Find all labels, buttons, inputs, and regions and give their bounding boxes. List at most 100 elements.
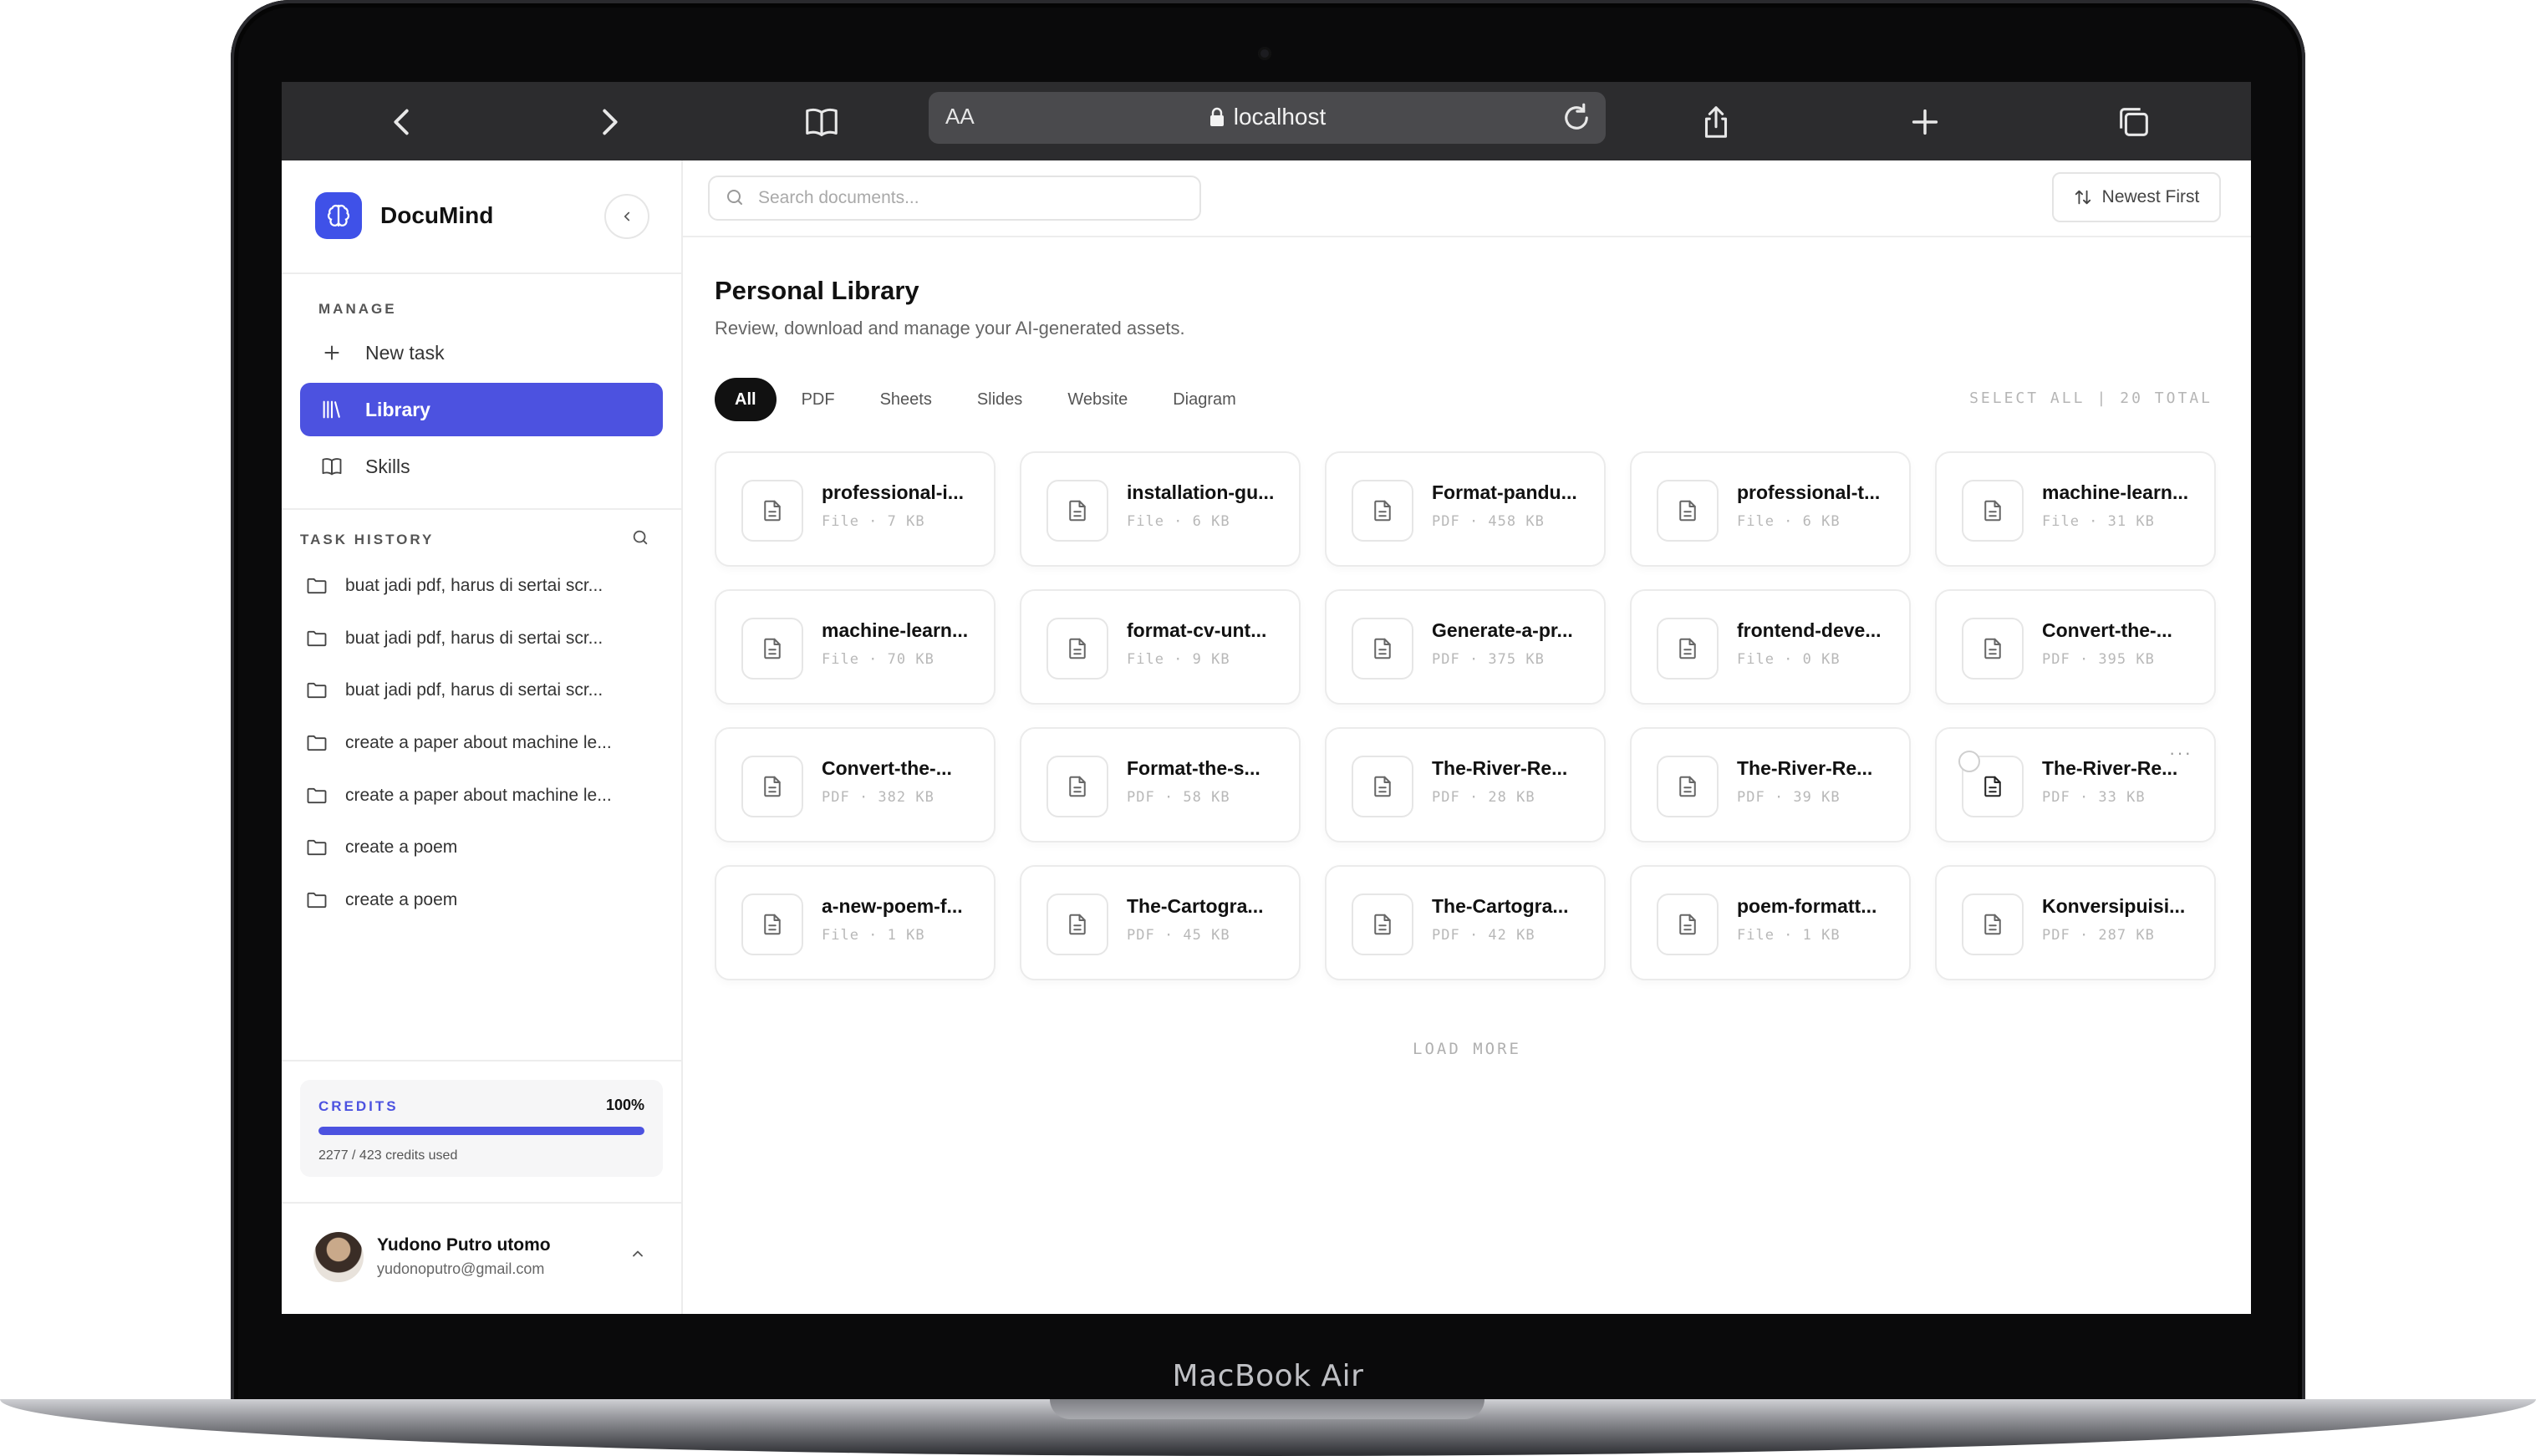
- file-card[interactable]: machine-learn... File · 70 KB: [715, 589, 996, 705]
- credits-percent: 100%: [605, 1097, 644, 1113]
- user-menu[interactable]: Yudono Putro utomo yudonoputro@gmail.com: [282, 1214, 681, 1314]
- history-item[interactable]: buat jadi pdf, harus di sertai scr...: [282, 613, 681, 665]
- share-button[interactable]: [1693, 99, 1739, 145]
- search-icon: [727, 190, 742, 205]
- file-card[interactable]: poem-formatt... File · 1 KB: [1630, 865, 1911, 980]
- user-email: yudonoputro@gmail.com: [377, 1260, 545, 1277]
- chevron-up-icon[interactable]: [629, 1245, 646, 1262]
- history-search-button[interactable]: [631, 528, 649, 551]
- file-name: Konversipuisi...: [2042, 895, 2186, 917]
- file-card[interactable]: Format-pandu... PDF · 458 KB: [1325, 451, 1606, 567]
- file-icon: [1352, 480, 1413, 542]
- file-card[interactable]: machine-learn... File · 31 KB: [1935, 451, 2216, 567]
- file-icon: [1962, 893, 2024, 955]
- file-card[interactable]: frontend-deve... File · 0 KB: [1630, 589, 1911, 705]
- history-item[interactable]: create a paper about machine le...: [282, 769, 681, 822]
- search-icon: [633, 530, 648, 545]
- filter-tab-sheets[interactable]: Sheets: [860, 378, 952, 421]
- file-card[interactable]: format-cv-unt... File · 9 KB: [1020, 589, 1301, 705]
- file-meta: File · 6 KB: [1737, 513, 1841, 530]
- filter-tab-diagram[interactable]: Diagram: [1153, 378, 1256, 421]
- file-card[interactable]: Generate-a-pr... PDF · 375 KB: [1325, 589, 1606, 705]
- divider: [282, 272, 681, 274]
- file-name: machine-learn...: [2042, 481, 2189, 503]
- file-card[interactable]: Convert-the-... PDF · 382 KB: [715, 727, 996, 843]
- credits-used: 2277 / 423 credits used: [318, 1148, 458, 1163]
- file-meta: File · 70 KB: [822, 651, 934, 668]
- folder-icon: [305, 678, 330, 703]
- divider: [282, 1060, 681, 1061]
- bookmarks-button[interactable]: [798, 99, 845, 145]
- chevron-left-icon: [624, 211, 630, 221]
- file-meta: PDF · 33 KB: [2042, 789, 2146, 806]
- file-card[interactable]: The-River-Re... PDF · 39 KB: [1630, 727, 1911, 843]
- file-icon: [1046, 756, 1108, 817]
- new-tab-button[interactable]: [1902, 99, 1948, 145]
- sort-label: Newest First: [2101, 187, 2200, 206]
- history-item[interactable]: create a poem: [282, 822, 681, 874]
- collapse-sidebar-button[interactable]: [604, 194, 649, 239]
- file-icon: [1352, 893, 1413, 955]
- file-icon: [741, 893, 803, 955]
- file-card[interactable]: professional-t... File · 6 KB: [1630, 451, 1911, 567]
- file-card[interactable]: Convert-the-... PDF · 395 KB: [1935, 589, 2216, 705]
- brain-logo-icon: [315, 192, 362, 239]
- sort-button[interactable]: Newest First: [2052, 172, 2221, 222]
- file-meta: File · 31 KB: [2042, 513, 2155, 530]
- filter-tab-slides[interactable]: Slides: [957, 378, 1042, 421]
- file-card[interactable]: installation-gu... File · 6 KB: [1020, 451, 1301, 567]
- file-name: The-Cartogra...: [1127, 895, 1264, 917]
- file-icon: [1046, 480, 1108, 542]
- address-bar[interactable]: AA localhost: [929, 92, 1606, 144]
- chevron-right-icon: [603, 109, 618, 135]
- back-button[interactable]: [379, 99, 425, 145]
- file-name: installation-gu...: [1127, 481, 1275, 503]
- filter-tab-pdf[interactable]: PDF: [782, 378, 855, 421]
- tabs-button[interactable]: [2111, 99, 2157, 145]
- history-item[interactable]: create a poem: [282, 874, 681, 914]
- file-meta: File · 7 KB: [822, 513, 925, 530]
- file-card[interactable]: Format-the-s... PDF · 58 KB: [1020, 727, 1301, 843]
- reload-icon[interactable]: [1559, 100, 1594, 135]
- file-meta: PDF · 58 KB: [1127, 789, 1230, 806]
- nav-library[interactable]: Library: [300, 383, 663, 436]
- file-card[interactable]: professional-i... File · 7 KB: [715, 451, 996, 567]
- brand[interactable]: DocuMind: [315, 191, 493, 241]
- history-item[interactable]: buat jadi pdf, harus di sertai scr...: [282, 560, 681, 613]
- file-name: The-River-Re...: [1432, 757, 1568, 779]
- file-card[interactable]: Konversipuisi... PDF · 287 KB: [1935, 865, 2216, 980]
- select-checkbox[interactable]: [1958, 751, 1980, 772]
- file-meta: PDF · 375 KB: [1432, 651, 1545, 668]
- file-name: frontend-deve...: [1737, 619, 1882, 641]
- search-box[interactable]: [708, 176, 1201, 221]
- load-more-button[interactable]: LOAD MORE: [683, 1040, 2251, 1058]
- file-meta: File · 9 KB: [1127, 651, 1230, 668]
- select-all-button[interactable]: SELECT ALL: [1969, 389, 2085, 407]
- nav-new-task[interactable]: New task: [300, 326, 663, 379]
- folder-icon: [305, 888, 330, 913]
- nav-skills[interactable]: Skills: [300, 440, 663, 493]
- history-item[interactable]: buat jadi pdf, harus di sertai scr...: [282, 664, 681, 717]
- user-name: Yudono Putro utomo: [377, 1235, 551, 1255]
- app: DocuMind MANAGE New task Library Skills …: [282, 160, 2251, 1314]
- file-card[interactable]: The-Cartogra... PDF · 45 KB: [1020, 865, 1301, 980]
- file-card[interactable]: The-River-Re... PDF · 33 KB ···: [1935, 727, 2216, 843]
- file-card[interactable]: The-Cartogra... PDF · 42 KB: [1325, 865, 1606, 980]
- file-meta: PDF · 39 KB: [1737, 789, 1841, 806]
- more-icon[interactable]: ···: [2169, 742, 2192, 764]
- filter-tab-website[interactable]: Website: [1047, 378, 1148, 421]
- file-card[interactable]: a-new-poem-f... File · 1 KB: [715, 865, 996, 980]
- forward-button[interactable]: [586, 99, 633, 145]
- filter-tab-all[interactable]: All: [715, 378, 777, 421]
- history-item[interactable]: create a paper about machine le...: [282, 717, 681, 770]
- file-icon: [1657, 618, 1719, 680]
- folder-icon: [305, 731, 330, 756]
- search-input[interactable]: [756, 184, 1178, 212]
- file-name: format-cv-unt...: [1127, 619, 1267, 641]
- file-name: Convert-the-...: [822, 757, 952, 779]
- file-icon: [1962, 618, 2024, 680]
- credits-progress-fill: [318, 1127, 644, 1135]
- file-card[interactable]: The-River-Re... PDF · 28 KB: [1325, 727, 1606, 843]
- sidebar: DocuMind MANAGE New task Library Skills …: [282, 160, 683, 1314]
- bulk-separator: |: [2096, 389, 2109, 407]
